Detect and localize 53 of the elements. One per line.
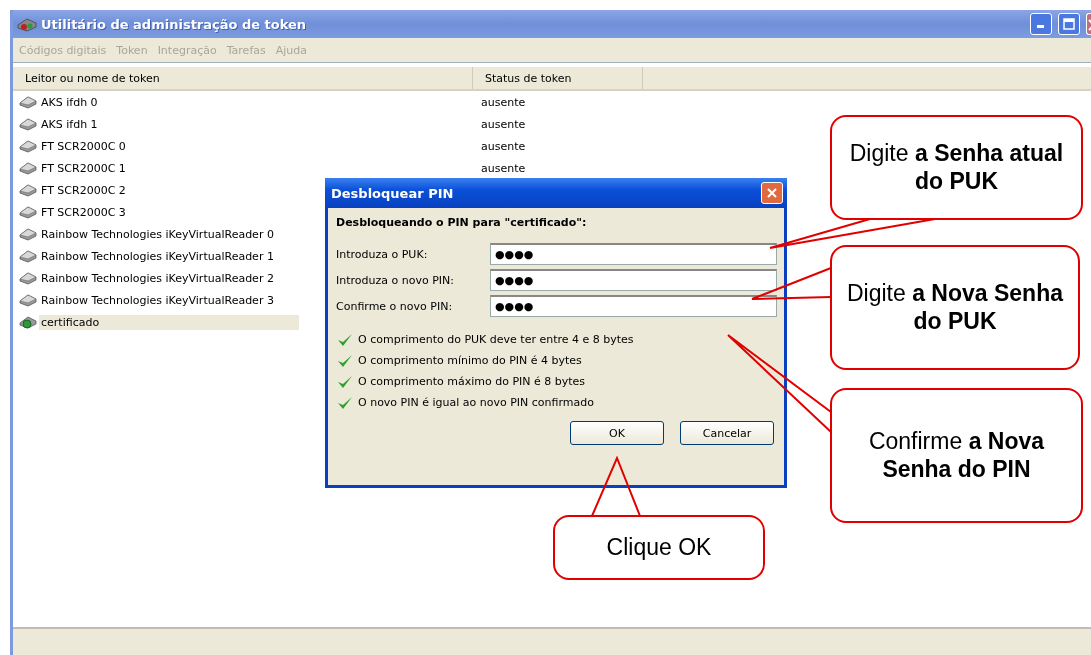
column-header[interactable]: Status de token [473, 67, 643, 89]
callout: Digite a Senha atual do PUK [830, 115, 1083, 220]
requirement-text: O novo PIN é igual ao novo PIN confirmado [358, 396, 594, 409]
card-reader-icon [19, 117, 37, 131]
app-icon [17, 16, 37, 32]
list-item[interactable]: FT SCR2000C 1 [39, 160, 128, 176]
list-item[interactable]: Rainbow Technologies iKeyVirtualReader 0 [39, 226, 276, 242]
status-text: ausente [480, 117, 526, 131]
card-reader-icon [19, 183, 37, 197]
list-item[interactable]: FT SCR2000C 0 [39, 138, 128, 154]
list-item[interactable]: AKS ifdh 1 [39, 116, 100, 132]
token-icon [19, 315, 37, 329]
requirement-text: O comprimento mínimo do PIN é 4 bytes [358, 354, 582, 367]
callout: Clique OK [553, 515, 765, 580]
status-text: ausente [480, 139, 526, 153]
card-reader-icon [19, 249, 37, 263]
list-item[interactable]: certificado [39, 314, 300, 330]
status-text: ausente [480, 95, 526, 109]
callout: Confirme a Nova Senha do PIN [830, 388, 1083, 523]
dialog-heading: Desbloqueando o PIN para "certificado": [336, 216, 588, 229]
list-item[interactable]: Rainbow Technologies iKeyVirtualReader 2 [39, 270, 276, 286]
card-reader-icon [19, 161, 37, 175]
card-reader-icon [19, 293, 37, 307]
field-label: Introduza o novo PIN: [336, 273, 455, 287]
maximize-button[interactable] [1058, 13, 1080, 35]
requirement-text: O comprimento do PUK deve ter entre 4 e 8 bytes [358, 333, 634, 346]
window-title: Utilitário de administração de token [41, 16, 308, 32]
card-reader-icon [19, 271, 37, 285]
password-field[interactable]: ●●●● [490, 243, 777, 265]
list-item[interactable]: FT SCR2000C 2 [39, 182, 128, 198]
field-label: Confirme o novo PIN: [336, 299, 454, 313]
ok-button[interactable]: OK [570, 421, 664, 445]
card-reader-icon [19, 227, 37, 241]
list-item[interactable]: FT SCR2000C 3 [39, 204, 128, 220]
password-field[interactable]: ●●●● [490, 295, 777, 317]
card-reader-icon [19, 139, 37, 153]
list-item[interactable]: Rainbow Technologies iKeyVirtualReader 1 [39, 248, 276, 264]
requirement-text: O comprimento máximo do PIN é 8 bytes [358, 375, 586, 388]
close-icon [766, 187, 778, 199]
minimize-button[interactable] [1030, 13, 1052, 35]
list-item[interactable]: Rainbow Technologies iKeyVirtualReader 3 [39, 292, 276, 308]
password-field[interactable]: ●●●● [490, 269, 777, 291]
status-text: ausente [480, 161, 526, 175]
close-button[interactable] [761, 182, 783, 204]
card-reader-icon [19, 205, 37, 219]
cancel-button[interactable]: Cancelar [680, 421, 774, 445]
maximize-icon [1063, 18, 1075, 30]
field-label: Introduza o PUK: [336, 247, 429, 261]
card-reader-icon [19, 95, 37, 109]
column-header[interactable]: Leitor ou nome de token [13, 67, 473, 89]
list-item[interactable]: AKS ifdh 0 [39, 94, 100, 110]
dialog-title: Desbloquear PIN [331, 185, 454, 201]
callout: Digite a Nova Senha do PUK [830, 245, 1080, 370]
